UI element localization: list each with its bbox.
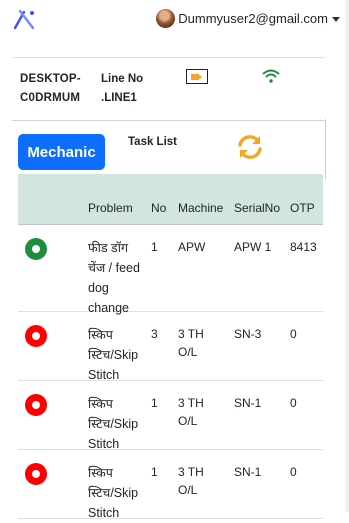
problem-cell: स्किप स्टिच/Skip Stitch [88, 325, 138, 385]
divider [325, 119, 326, 179]
col-serialno: SerialNo [234, 201, 281, 215]
user-name: Dummyuser2@gmail.com [178, 11, 328, 26]
serial-cell: APW 1 [234, 240, 272, 254]
problem-line: स्टिच/Skip [88, 417, 139, 431]
table-row[interactable]: स्किप स्टिच/Skip Stitch 1 3 TH O/L SN-1 … [18, 381, 323, 451]
problem-line: Stitch [88, 506, 120, 520]
problem-cell: स्किप स्टिच/Skip Stitch [88, 463, 138, 523]
serial-cell: SN-3 [234, 327, 262, 341]
problem-line: स्किप [88, 328, 113, 342]
scrollbar[interactable] [345, 0, 349, 512]
machine-line: O/L [178, 345, 198, 359]
machine-line: APW [178, 240, 206, 254]
col-otp: OTP [290, 201, 315, 215]
problem-cell: स्किप स्टिच/Skip Stitch [88, 394, 138, 454]
table-row[interactable]: स्किप स्टिच/Skip Stitch 3 3 TH O/L SN-3 … [18, 312, 323, 382]
wifi-icon [262, 69, 280, 83]
table-row[interactable]: फीड डॉग चेंज / feed dog change 1 APW APW… [18, 225, 323, 315]
no-cell: 1 [151, 465, 158, 479]
otp-cell: 0 [290, 396, 297, 410]
otp-cell: 8413 [290, 240, 317, 254]
problem-cell: फीड डॉग चेंज / feed dog change [88, 238, 140, 318]
problem-line: स्टिच/Skip [88, 486, 139, 500]
problem-line: फीड डॉग [88, 241, 128, 255]
status-dot-icon[interactable] [25, 463, 47, 485]
logout-button[interactable] [186, 69, 208, 84]
status-dot-icon[interactable] [25, 238, 47, 260]
app-logo-icon[interactable] [12, 6, 38, 32]
top-bar: Dummyuser2@gmail.com [0, 0, 349, 38]
serial-cell: SN-1 [234, 465, 262, 479]
mechanic-button[interactable]: Mechanic [18, 134, 105, 170]
machine-line: 3 TH [178, 327, 204, 341]
desktop-name-text: DESKTOP-C0DRMUM [20, 73, 81, 104]
task-table: Problem No Machine SerialNo OTP फीड डॉग … [18, 174, 323, 520]
machine-line: 3 TH [178, 465, 204, 479]
problem-line: स्किप [88, 466, 113, 480]
table-row[interactable]: स्किप स्टिच/Skip Stitch 1 3 TH O/L SN-1 … [18, 450, 323, 520]
problem-line: चेंज / feed [88, 261, 140, 275]
no-cell: 1 [151, 396, 158, 410]
no-cell: 3 [151, 327, 158, 341]
table-header: Problem No Machine SerialNo OTP [18, 174, 323, 225]
col-machine: Machine [178, 201, 224, 215]
logout-icon [191, 72, 202, 81]
problem-line: स्किप [88, 397, 113, 411]
problem-line: dog [88, 281, 109, 295]
task-list-link[interactable]: Task List [128, 136, 177, 148]
line-label: Line No [101, 73, 144, 85]
col-problem: Problem [88, 201, 133, 215]
otp-cell: 0 [290, 465, 297, 479]
line-value: .LINE1 [101, 92, 137, 104]
machine-line: O/L [178, 483, 198, 497]
chevron-down-icon [332, 17, 340, 22]
machine-cell: 3 TH O/L [178, 463, 204, 499]
line-info: Line No .LINE1 [101, 70, 143, 108]
device-info-panel: DESKTOP-C0DRMUM Line No .LINE1 [12, 57, 325, 121]
desktop-name: DESKTOP-C0DRMUM [20, 70, 81, 108]
status-dot-icon[interactable] [25, 394, 47, 416]
col-no: No [151, 201, 167, 215]
machine-cell: 3 TH O/L [178, 394, 204, 430]
machine-line: 3 TH [178, 396, 204, 410]
machine-line: O/L [178, 414, 198, 428]
status-dot-icon[interactable] [25, 325, 47, 347]
avatar [156, 9, 176, 28]
machine-cell: APW [178, 238, 205, 256]
user-menu[interactable]: Dummyuser2@gmail.com [156, 9, 340, 28]
serial-cell: SN-1 [234, 396, 262, 410]
no-cell: 1 [151, 240, 158, 254]
problem-line: स्टिच/Skip [88, 348, 139, 362]
machine-cell: 3 TH O/L [178, 325, 204, 361]
otp-cell: 0 [290, 327, 297, 341]
refresh-icon[interactable] [236, 133, 264, 161]
